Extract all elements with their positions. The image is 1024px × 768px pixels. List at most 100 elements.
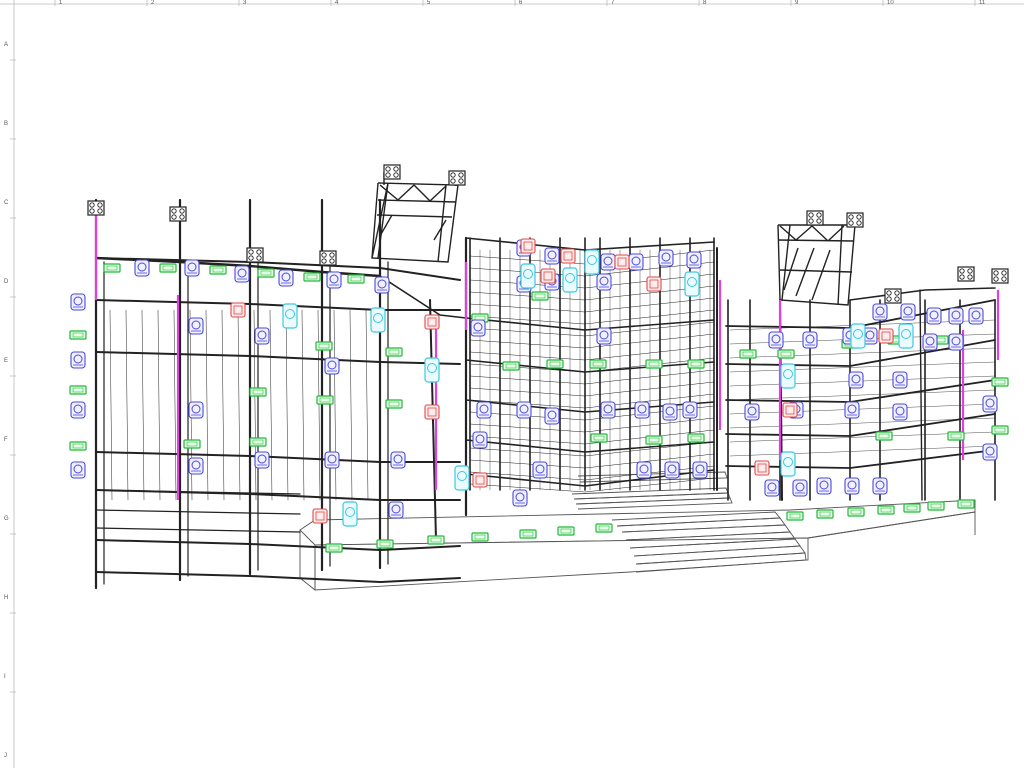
moving-head-icon — [816, 477, 832, 495]
led-batten-icon — [159, 263, 177, 273]
moving-head-icon — [234, 265, 250, 283]
moving-head-icon — [848, 371, 864, 389]
moving-head-icon — [982, 395, 998, 413]
moving-head-icon — [278, 269, 294, 287]
led-batten-icon — [531, 291, 549, 301]
moving-head-icon — [254, 327, 270, 345]
moving-head-icon — [544, 247, 560, 265]
led-batten-icon — [687, 433, 705, 443]
moving-head-icon — [324, 451, 340, 469]
led-batten-icon — [947, 431, 965, 441]
moving-head-icon — [744, 403, 760, 421]
ruler-row-label: G — [4, 516, 9, 522]
led-batten-icon — [347, 274, 365, 284]
led-batten-icon — [303, 272, 321, 282]
moving-head-icon — [802, 331, 818, 349]
led-batten-icon — [739, 349, 757, 359]
strobe-icon — [646, 276, 662, 292]
wash-light-icon — [780, 363, 796, 389]
moving-head-icon — [326, 271, 342, 289]
moving-head-icon — [892, 371, 908, 389]
led-batten-icon — [257, 268, 275, 278]
moving-head-icon — [628, 253, 644, 271]
led-batten-icon — [209, 265, 227, 275]
moving-head-icon — [686, 251, 702, 269]
led-batten-icon — [786, 511, 804, 521]
led-batten-icon — [877, 505, 895, 515]
led-batten-icon — [427, 535, 445, 545]
led-batten-icon — [957, 499, 975, 509]
led-batten-icon — [385, 347, 403, 357]
moving-head-icon — [634, 401, 650, 419]
moving-head-icon — [188, 401, 204, 419]
moving-head-icon — [596, 273, 612, 291]
led-batten-icon — [687, 359, 705, 369]
wash-light-icon — [780, 451, 796, 477]
moving-head-icon — [70, 461, 86, 479]
ruler-row-label: D — [4, 279, 9, 285]
led-batten-icon — [316, 395, 334, 405]
moving-head-icon — [134, 259, 150, 277]
led-batten-icon — [546, 359, 564, 369]
wash-light-icon — [562, 267, 578, 293]
led-batten-icon — [875, 431, 893, 441]
moving-head-icon — [516, 401, 532, 419]
led-batten-icon — [385, 399, 403, 409]
led-batten-icon — [903, 503, 921, 513]
led-batten-icon — [519, 529, 537, 539]
led-batten-icon — [249, 387, 267, 397]
moving-head-icon — [188, 457, 204, 475]
moving-head-icon — [600, 401, 616, 419]
wash-light-icon — [520, 263, 536, 289]
moving-head-icon — [324, 357, 340, 375]
led-batten-icon — [103, 263, 121, 273]
moving-head-icon — [844, 477, 860, 495]
led-batten-icon — [777, 349, 795, 359]
moving-head-icon — [544, 407, 560, 425]
led-batten-icon — [69, 330, 87, 340]
strobe-icon — [782, 402, 798, 418]
moving-head-icon — [70, 401, 86, 419]
strobe-icon — [520, 238, 536, 254]
ruler-column-label: 10 — [887, 0, 894, 6]
moving-head-icon — [476, 401, 492, 419]
moving-head-icon — [532, 461, 548, 479]
moving-head-icon — [768, 331, 784, 349]
moving-head-icon — [844, 401, 860, 419]
strobe-icon — [540, 268, 556, 284]
led-batten-icon — [557, 526, 575, 536]
led-batten-icon — [325, 543, 343, 553]
moving-head-icon — [872, 477, 888, 495]
wash-light-icon — [370, 307, 386, 333]
moving-head-icon — [682, 401, 698, 419]
moving-head-icon — [636, 461, 652, 479]
strobe-icon — [312, 508, 328, 524]
wash-light-icon — [454, 465, 470, 491]
moving-head-icon — [512, 489, 528, 507]
led-batten-icon — [927, 501, 945, 511]
led-batten-icon — [376, 539, 394, 549]
moving-head-icon — [968, 307, 984, 325]
led-batten-icon — [183, 439, 201, 449]
moving-head-icon — [388, 501, 404, 519]
led-batten-icon — [471, 532, 489, 542]
ruler-column-label: 11 — [979, 0, 986, 6]
led-batten-icon — [645, 359, 663, 369]
strobe-icon — [614, 254, 630, 270]
moving-head-icon — [948, 333, 964, 351]
led-batten-icon — [816, 509, 834, 519]
led-batten-icon — [249, 437, 267, 447]
moving-head-icon — [872, 303, 888, 321]
moving-head-icon — [926, 307, 942, 325]
moving-head-icon — [658, 249, 674, 267]
moving-head-icon — [70, 351, 86, 369]
led-batten-icon — [645, 435, 663, 445]
moving-head-icon — [982, 443, 998, 461]
led-batten-icon — [595, 523, 613, 533]
wash-light-icon — [342, 501, 358, 527]
wash-light-icon — [424, 357, 440, 383]
led-batten-icon — [69, 441, 87, 451]
lighting-plot-sheet: 1 2 3 4 5 6 7 8 9 10 11 ABCDEFGHIJ — [0, 0, 1024, 768]
moving-head-icon — [254, 451, 270, 469]
moving-head-icon — [900, 303, 916, 321]
